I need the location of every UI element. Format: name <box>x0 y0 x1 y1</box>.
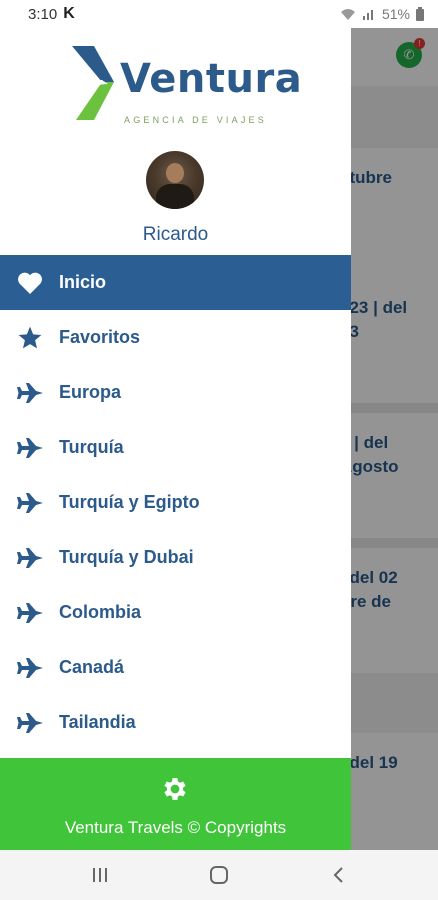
menu-item-label: Turquía y Dubai <box>59 547 194 567</box>
home-button[interactable] <box>199 855 239 895</box>
battery-text: 51% <box>381 6 410 22</box>
menu-item-label: Colombia <box>59 602 142 622</box>
recent-apps-button[interactable] <box>80 855 120 895</box>
wifi-icon <box>340 9 355 20</box>
logo-tagline: AGENCIA DE VIAJES <box>124 115 267 125</box>
back-button[interactable] <box>318 855 358 895</box>
airplane-icon <box>16 379 44 407</box>
user-name: Ricardo <box>142 224 209 245</box>
menu-item-canada[interactable]: Canadá <box>0 640 351 695</box>
airplane-icon <box>16 709 44 737</box>
menu-item-tailandia[interactable]: Tailandia <box>0 695 351 750</box>
status-right: 51% <box>340 6 424 22</box>
airplane-icon <box>16 654 44 682</box>
menu-item-turquia-y-dubai[interactable]: Turquía y Dubai <box>0 530 351 585</box>
menu-item-inicio[interactable]: Inicio <box>0 255 351 310</box>
menu-item-colombia[interactable]: Colombia <box>0 585 351 640</box>
menu-item-label: Inicio <box>59 272 107 292</box>
app-logo: Ventura AGENCIA DE VIAJES <box>72 46 302 125</box>
battery-icon <box>416 7 424 21</box>
menu-item-label: Favoritos <box>59 327 141 347</box>
status-time: 3:10 <box>28 5 58 23</box>
signal-icon <box>362 10 373 20</box>
menu-item-label: Europa <box>59 382 122 402</box>
heart-icon <box>16 269 44 297</box>
notification-icon: K <box>63 5 75 22</box>
drawer-footer: Ventura Travels © Copyrights <box>0 758 351 850</box>
back-icon <box>333 867 344 883</box>
menu-item-label: Tailandia <box>59 712 136 732</box>
menu-item-favoritos[interactable]: Favoritos <box>0 310 351 365</box>
footer-copyright: Ventura Travels © Copyrights <box>64 818 287 837</box>
menu-item-label: Canadá <box>59 657 125 677</box>
avatar-face <box>166 163 184 183</box>
gear-icon[interactable] <box>160 774 190 804</box>
logo-wordmark: Ventura <box>120 56 303 102</box>
logo-mark-icon <box>72 46 114 120</box>
avatar-body <box>156 184 194 209</box>
navigation-drawer: Ventura AGENCIA DE VIAJES Ricardo Inicio… <box>0 28 351 850</box>
menu-item-label: Turquía <box>59 437 124 457</box>
menu-item-turquia-y-egipto[interactable]: Turquía y Egipto <box>0 475 351 530</box>
status-bar: 3:10 K 51% <box>0 0 438 28</box>
system-nav-bar <box>0 850 438 900</box>
airplane-icon <box>16 489 44 517</box>
menu-item-turquia[interactable]: Turquía <box>0 420 351 475</box>
menu-item-europa[interactable]: Europa <box>0 365 351 420</box>
drawer-menu: Inicio Favoritos Europa Turquía Turquía … <box>0 255 351 750</box>
star-icon <box>16 324 44 352</box>
airplane-icon <box>16 599 44 627</box>
airplane-icon <box>16 544 44 572</box>
home-icon <box>209 866 228 884</box>
status-left: 3:10 K <box>28 5 75 23</box>
menu-item-label: Turquía y Egipto <box>59 492 200 512</box>
recent-apps-icon <box>92 868 107 882</box>
airplane-icon <box>16 434 44 462</box>
avatar[interactable] <box>146 151 204 209</box>
